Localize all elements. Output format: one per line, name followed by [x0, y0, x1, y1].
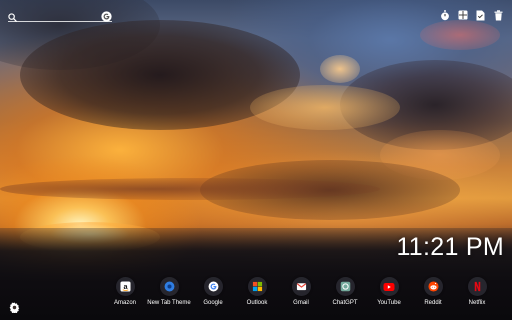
shortcut-chatgpt[interactable]: ChatGPT	[323, 277, 367, 311]
shortcut-gmail[interactable]: Gmail	[279, 277, 323, 311]
search-underline	[8, 21, 112, 22]
top-toolbar	[439, 8, 504, 22]
gear-icon[interactable]	[9, 300, 20, 315]
shortcuts-dock: a Amazon New Tab Theme Google Outlook Gm…	[103, 277, 503, 311]
google-g-icon	[203, 277, 223, 296]
amazon-a-icon: a	[115, 277, 135, 296]
shortcut-google[interactable]: Google	[191, 277, 235, 311]
shortcut-label: Amazon	[113, 300, 136, 306]
shortcut-label: Netflix	[468, 300, 486, 306]
netflix-n-icon	[467, 277, 487, 296]
shortcut-label: Google	[203, 300, 223, 306]
shortcut-label: YouTube	[377, 300, 401, 306]
mail-icon	[291, 277, 311, 296]
stopwatch-icon[interactable]	[439, 9, 450, 21]
shortcut-label: Outlook	[246, 300, 268, 306]
windows-tiles-icon	[247, 277, 267, 296]
trash-icon[interactable]	[493, 9, 504, 21]
search-icon[interactable]	[8, 9, 17, 22]
shortcut-label: Reddit	[424, 300, 442, 306]
globe-icon	[159, 277, 179, 296]
notes-icon[interactable]	[475, 9, 486, 21]
shortcut-label: New Tab Theme	[147, 300, 191, 306]
search-input[interactable]	[22, 7, 94, 21]
play-icon	[379, 277, 399, 296]
shortcut-amazon[interactable]: a Amazon	[103, 277, 147, 311]
shortcut-label: ChatGPT	[332, 300, 358, 306]
shortcut-outlook[interactable]: Outlook	[235, 277, 279, 311]
new-tab-page: 11:21 PM a Amazon New Tab Theme Google O…	[0, 0, 512, 320]
shortcut-label: Gmail	[293, 300, 309, 306]
shortcut-reddit[interactable]: Reddit	[411, 277, 455, 311]
grid-layout-icon[interactable]	[457, 9, 468, 21]
shortcut-new-tab-theme[interactable]: New Tab Theme	[147, 277, 191, 311]
search-bar	[8, 7, 112, 23]
google-g-icon[interactable]	[101, 9, 112, 22]
reddit-alien-icon	[423, 277, 443, 296]
shortcut-youtube[interactable]: YouTube	[367, 277, 411, 311]
clock-time: 11:21 PM	[396, 233, 504, 261]
chatgpt-icon	[335, 277, 355, 296]
shortcut-netflix[interactable]: Netflix	[455, 277, 499, 311]
